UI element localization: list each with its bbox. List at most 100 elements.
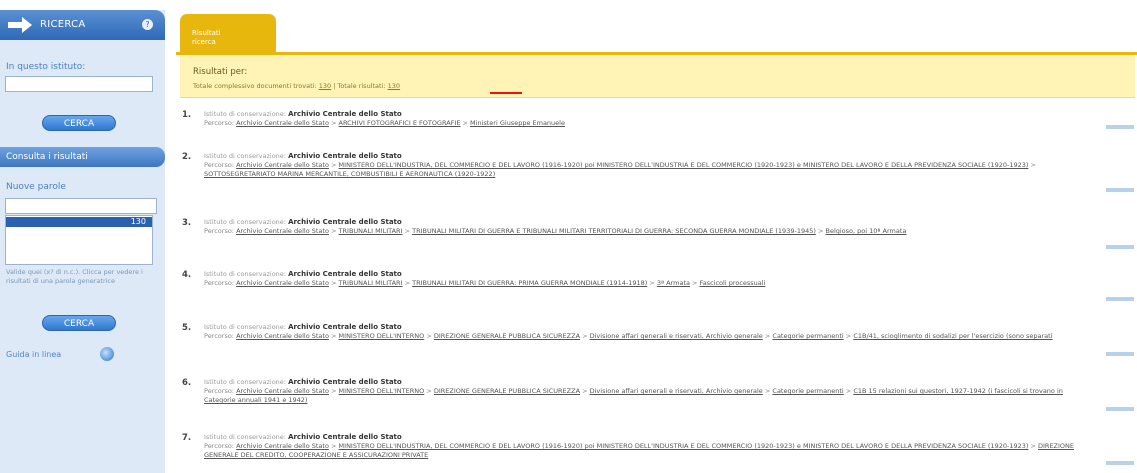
- result-number: 4.: [182, 270, 192, 280]
- refine-bar[interactable]: Consulta i risultati: [0, 147, 165, 167]
- online-help-link[interactable]: Guida in linea: [6, 347, 114, 361]
- result-detail-link[interactable]: [1106, 245, 1134, 249]
- result-detail-link[interactable]: [1106, 297, 1134, 301]
- result-number: 3.: [182, 218, 192, 228]
- result-institute: Archivio Centrale dello Stato: [288, 323, 402, 331]
- path-link[interactable]: TRIBUNALI MILITARI: [339, 279, 403, 287]
- result-institute-label: Istituto di conservazione:: [204, 378, 286, 386]
- globe-icon: [100, 347, 114, 361]
- path-link[interactable]: Categorie permanenti: [772, 387, 843, 395]
- results-summary: Risultati per: Totale complessivo docume…: [180, 55, 1135, 98]
- tab-results-line2: ricerca: [192, 38, 216, 46]
- result-detail-link[interactable]: [1106, 352, 1134, 356]
- result-path-label: Percorso:: [204, 161, 234, 169]
- result-number: 1.: [182, 110, 192, 120]
- result-institute-line: Istituto di conservazione: Archivio Cent…: [204, 270, 402, 278]
- path-link[interactable]: Belgioso, poi 10ª Armata: [825, 227, 906, 235]
- totals-separator: | Totale risultati:: [333, 82, 386, 90]
- result-path-label: Percorso:: [204, 119, 234, 127]
- result-institute: Archivio Centrale dello Stato: [288, 218, 402, 226]
- result-institute-label: Istituto di conservazione:: [204, 110, 286, 118]
- totals-prefix: Totale complessivo documenti trovati:: [193, 82, 317, 90]
- path-link[interactable]: 3ª Armata: [657, 279, 690, 287]
- result-number: 7.: [182, 433, 192, 443]
- search-label: In questo istituto:: [6, 62, 86, 72]
- result-path: Percorso: Archivio Centrale dello Stato …: [204, 161, 1036, 178]
- path-link[interactable]: Ministeri Giuseppe Emanuele: [470, 119, 565, 127]
- path-link[interactable]: DIREZIONE GENERALE PUBBLICA SICUREZZA: [434, 332, 580, 340]
- result-institute-line: Istituto di conservazione: Archivio Cent…: [204, 218, 402, 226]
- path-link[interactable]: MINISTERO DELL'INTERNO: [339, 332, 425, 340]
- path-link[interactable]: Categorie permanenti: [772, 332, 843, 340]
- result-path-label: Percorso:: [204, 227, 234, 235]
- tab-results[interactable]: Risultati ricerca: [180, 14, 276, 54]
- result-path: Percorso: Archivio Centrale dello Stato …: [204, 387, 1063, 404]
- path-link[interactable]: Archivio Centrale dello Stato: [236, 332, 329, 340]
- result-institute: Archivio Centrale dello Stato: [288, 110, 402, 118]
- path-link[interactable]: Archivio Centrale dello Stato: [236, 119, 329, 127]
- online-help-label: Guida in linea: [6, 350, 62, 359]
- totals-count: 130: [318, 82, 332, 90]
- path-link[interactable]: Divisione affari generali e riservati, A…: [590, 332, 763, 340]
- result-path: Percorso: Archivio Centrale dello Stato …: [204, 227, 907, 235]
- path-link[interactable]: DIREZIONE GENERALE PUBBLICA SICUREZZA: [434, 387, 580, 395]
- keywords-label: Nuove parole: [6, 182, 66, 192]
- path-link[interactable]: C1B/41, scioglimento di sodalizi per l'e…: [853, 332, 1052, 340]
- result-path: Percorso: Archivio Centrale dello Stato …: [204, 279, 766, 287]
- path-link[interactable]: Archivio Centrale dello Stato: [236, 279, 329, 287]
- result-institute: Archivio Centrale dello Stato: [288, 270, 402, 278]
- results-totals: Totale complessivo documenti trovati: 13…: [193, 82, 400, 90]
- result-detail-link[interactable]: [1106, 188, 1134, 192]
- path-link[interactable]: TRIBUNALI MILITARI DI GUERRA E TRIBUNALI…: [412, 227, 816, 235]
- search-button[interactable]: CERCA: [42, 115, 116, 131]
- path-link[interactable]: TRIBUNALI MILITARI DI GUERRA: PRIMA GUER…: [412, 279, 647, 287]
- result-number: 6.: [182, 378, 192, 388]
- path-link[interactable]: SOTTOSEGRETARIATO MARINA MERCANTILE, COM…: [204, 170, 495, 178]
- path-link[interactable]: Divisione affari generali e riservati, A…: [590, 387, 763, 395]
- path-link[interactable]: Archivio Centrale dello Stato: [236, 161, 329, 169]
- result-path-label: Percorso:: [204, 279, 234, 287]
- path-link[interactable]: MINISTERO DELL'INDUSTRIA, DEL COMMERCIO …: [339, 161, 1029, 169]
- result-institute: Archivio Centrale dello Stato: [288, 378, 402, 386]
- sidebar-title: RICERCA: [40, 19, 86, 30]
- path-link[interactable]: TRIBUNALI MILITARI: [339, 227, 403, 235]
- path-link[interactable]: Fascicoli processuali: [700, 279, 766, 287]
- refine-search-button[interactable]: CERCA: [42, 315, 116, 331]
- result-institute-line: Istituto di conservazione: Archivio Cent…: [204, 152, 402, 160]
- path-link[interactable]: ARCHIVI FOTOGRAFICI E FOTOGRAFIE: [339, 119, 461, 127]
- sidebar-header: RICERCA ?: [0, 10, 165, 40]
- result-institute-label: Istituto di conservazione:: [204, 152, 286, 160]
- path-link[interactable]: Archivio Centrale dello Stato: [236, 442, 329, 450]
- sidebar: RICERCA ? In questo istituto: CERCA Cons…: [0, 10, 165, 473]
- results-title: Risultati per:: [193, 67, 248, 77]
- tab-results-line1: Risultati: [192, 29, 221, 37]
- path-link[interactable]: MINISTERO DELL'INDUSTRIA, DEL COMMERCIO …: [339, 442, 1029, 450]
- result-institute-line: Istituto di conservazione: Archivio Cent…: [204, 433, 402, 441]
- result-institute: Archivio Centrale dello Stato: [288, 152, 402, 160]
- arrow-right-icon: [8, 17, 32, 33]
- path-link[interactable]: MINISTERO DELL'INTERNO: [339, 387, 425, 395]
- path-link[interactable]: Archivio Centrale dello Stato: [236, 227, 329, 235]
- refine-help-text: Valide quei (x? di n.c.). Clicca per ved…: [6, 268, 143, 285]
- result-detail-link[interactable]: [1106, 125, 1134, 129]
- result-path-label: Percorso:: [204, 387, 234, 395]
- help-icon[interactable]: ?: [142, 19, 153, 30]
- keywords-input[interactable]: [5, 198, 157, 214]
- keywords-list[interactable]: 130: [5, 215, 153, 265]
- result-path: Percorso: Archivio Centrale dello Stato …: [204, 332, 1053, 340]
- result-institute-label: Istituto di conservazione:: [204, 218, 286, 226]
- refine-bar-label: Consulta i risultati: [6, 152, 88, 162]
- result-path-label: Percorso:: [204, 442, 234, 450]
- path-link[interactable]: Archivio Centrale dello Stato: [236, 387, 329, 395]
- result-path-label: Percorso:: [204, 332, 234, 340]
- result-path: Percorso: Archivio Centrale dello Stato …: [204, 119, 565, 127]
- result-institute-line: Istituto di conservazione: Archivio Cent…: [204, 378, 402, 386]
- result-detail-link[interactable]: [1106, 461, 1134, 465]
- result-institute-label: Istituto di conservazione:: [204, 433, 286, 441]
- result-institute-line: Istituto di conservazione: Archivio Cent…: [204, 110, 402, 118]
- result-institute-label: Istituto di conservazione:: [204, 270, 286, 278]
- result-detail-link[interactable]: [1106, 407, 1134, 411]
- result-path: Percorso: Archivio Centrale dello Stato …: [204, 442, 1075, 459]
- search-input[interactable]: [5, 76, 153, 92]
- keywords-list-selected[interactable]: 130: [6, 217, 152, 227]
